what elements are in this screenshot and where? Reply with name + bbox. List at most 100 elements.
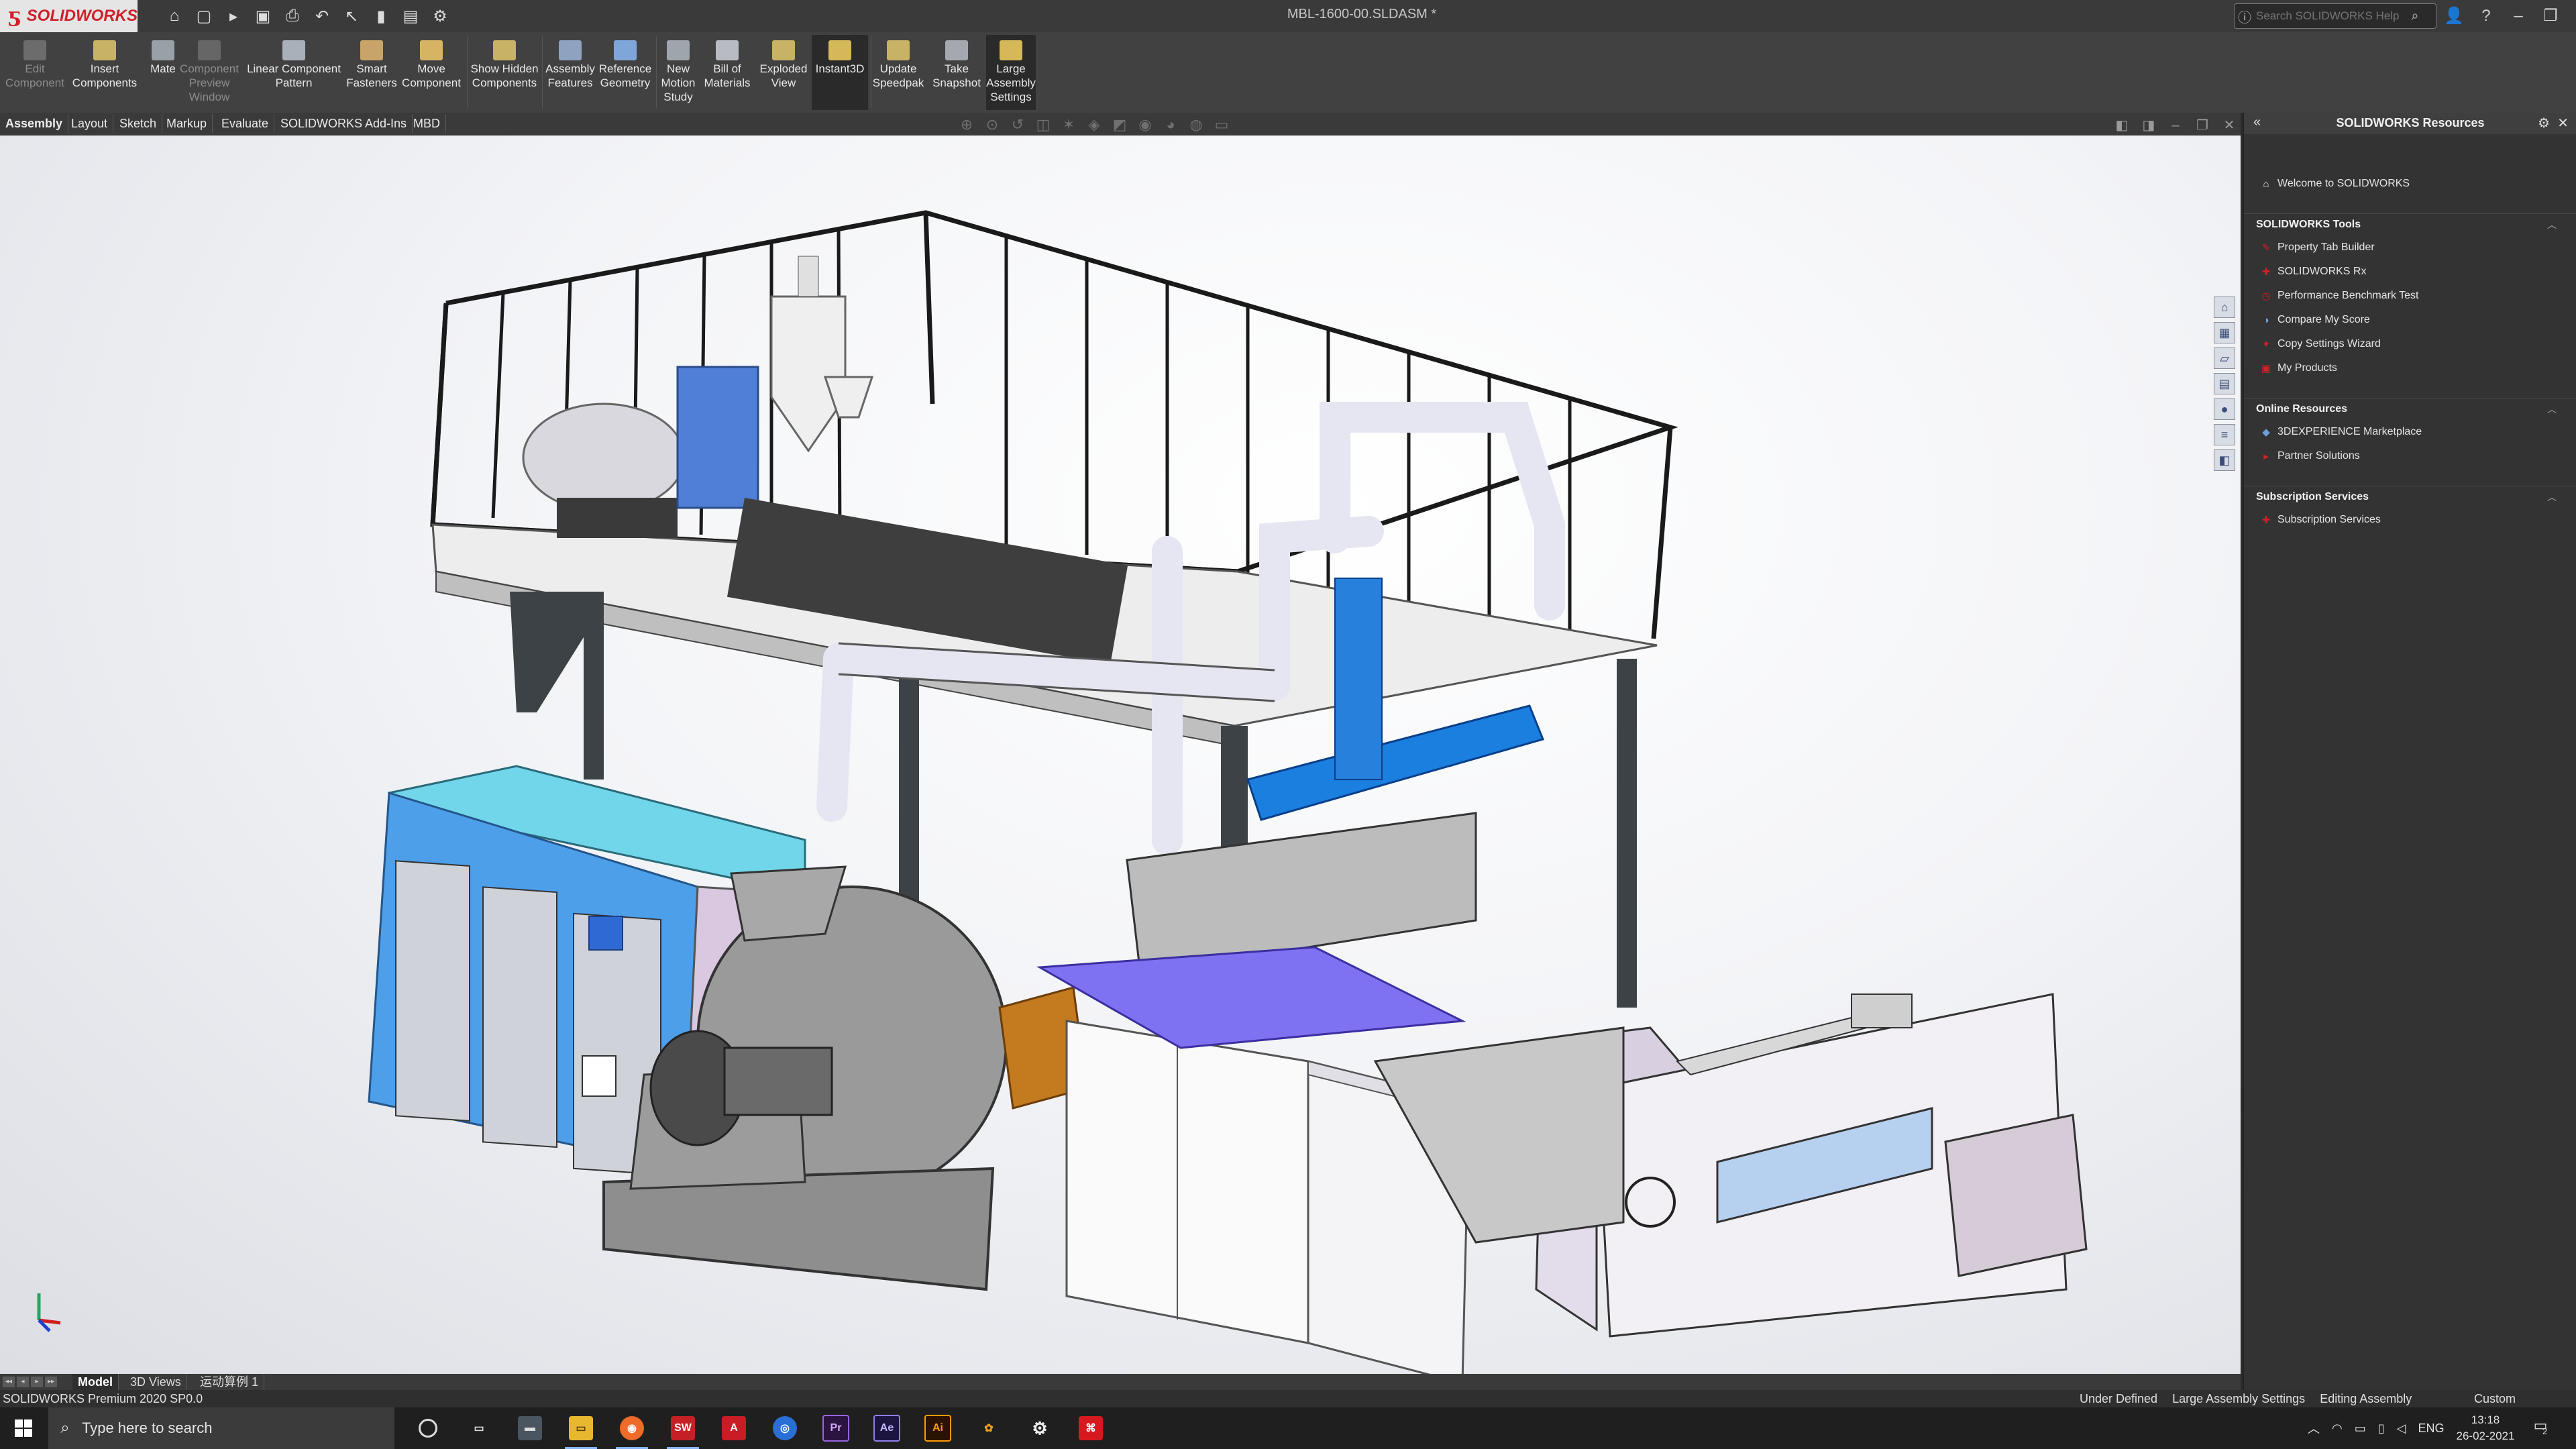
first-tab-icon[interactable]: ◂◂ <box>3 1377 15 1387</box>
bill-of-materials-button[interactable]: Bill of Materials <box>699 35 755 110</box>
undo-icon[interactable]: ↶ <box>309 4 335 28</box>
tab-sketch[interactable]: Sketch <box>114 114 163 133</box>
section-view-icon[interactable]: ◫ <box>1032 115 1054 134</box>
tab-assembly[interactable]: Assembly <box>0 114 69 133</box>
zoom-area-icon[interactable]: ⊙ <box>981 115 1003 134</box>
link-property-tab-builder[interactable]: ✎ Property Tab Builder <box>2244 235 2576 260</box>
cortana-button[interactable] <box>402 1407 453 1449</box>
select-icon[interactable]: ↖ <box>338 4 365 28</box>
assembly-features-button[interactable]: Assembly Features <box>543 35 597 110</box>
large-assembly-status[interactable]: Large Assembly Settings <box>2172 1390 2305 1407</box>
unit-system[interactable]: Custom <box>2474 1390 2516 1407</box>
insert-components-button[interactable]: Insert Components <box>70 35 140 110</box>
app-generic[interactable]: ▬ <box>504 1407 555 1449</box>
app-browser[interactable]: ◎ <box>759 1407 810 1449</box>
view-palette-icon[interactable]: ▤ <box>2214 373 2235 394</box>
tab-model[interactable]: Model <box>72 1374 119 1390</box>
design-library-icon[interactable]: ▦ <box>2214 322 2235 343</box>
take-snapshot-button[interactable]: Take Snapshot <box>927 35 986 110</box>
link-performance-benchmark[interactable]: ◷ Performance Benchmark Test <box>2244 284 2576 308</box>
view-orientation-icon[interactable]: ◈ <box>1083 115 1105 134</box>
tab-motion-study[interactable]: 运动算例 1 <box>195 1374 265 1390</box>
tab-3d-views[interactable]: 3D Views <box>125 1374 187 1390</box>
help-question-icon[interactable]: ? <box>2474 4 2498 28</box>
tab-mbd[interactable]: MBD <box>408 114 446 133</box>
reference-geometry-button[interactable]: Reference Geometry <box>597 35 653 110</box>
graphics-area[interactable]: ⌂ ▦ ▱ ▤ ● ≡ ◧ <box>0 136 2241 1374</box>
vp-restore-icon[interactable]: ❐ <box>2194 117 2211 134</box>
help-search[interactable]: ⓘ ⌕ <box>2234 3 2436 29</box>
smart-fasteners-button[interactable]: Smart Fasteners <box>345 35 398 110</box>
rebuild-icon[interactable]: ▮ <box>368 4 394 28</box>
previous-view-icon[interactable]: ↺ <box>1007 115 1028 134</box>
app-file-explorer[interactable]: ▭ <box>555 1407 606 1449</box>
wifi-icon[interactable]: ◠ <box>2332 1421 2343 1436</box>
search-icon[interactable]: ⌕ <box>2405 9 2425 24</box>
resources-home-icon[interactable]: ⌂ <box>2214 297 2235 318</box>
battery-icon[interactable]: ▯ <box>2378 1421 2385 1436</box>
instant3d-button[interactable]: Instant3D <box>812 35 868 110</box>
display-style-icon[interactable]: ◩ <box>1109 115 1130 134</box>
collapse-chevron-icon[interactable]: ︿ <box>2547 402 2557 416</box>
options-gear-icon[interactable]: ⚙ <box>2538 115 2550 131</box>
link-copy-settings-wizard[interactable]: ✦ Copy Settings Wizard <box>2244 332 2576 356</box>
home-icon[interactable]: ⌂ <box>161 4 188 28</box>
welcome-link[interactable]: ⌂ Welcome to SOLIDWORKS <box>2244 172 2576 196</box>
dynamic-annotation-icon[interactable]: ✶ <box>1058 115 1079 134</box>
last-tab-icon[interactable]: ▸▸ <box>45 1377 57 1387</box>
minimize-icon[interactable]: – <box>2506 4 2530 28</box>
hide-show-items-icon[interactable]: ◉ <box>1134 115 1156 134</box>
app-illustrator[interactable]: Ai <box>912 1407 963 1449</box>
section-subscription-services[interactable]: Subscription Services ︿ <box>2244 486 2576 508</box>
component-preview-window-button[interactable]: Component Preview Window <box>174 35 244 110</box>
tab-markup[interactable]: Markup <box>161 114 213 133</box>
pin-icon[interactable]: ✕ <box>2557 115 2569 131</box>
exploded-view-button[interactable]: Exploded View <box>755 35 812 110</box>
app-after-effects[interactable]: Ae <box>861 1407 912 1449</box>
zoom-to-fit-icon[interactable]: ⊕ <box>956 115 977 134</box>
tab-layout[interactable]: Layout <box>66 114 114 133</box>
edit-appearance-icon[interactable]: ◕ <box>1160 115 1181 134</box>
split-view-icon[interactable]: ◧ <box>2113 117 2131 134</box>
large-assembly-settings-button[interactable]: Large Assembly Settings <box>986 35 1036 110</box>
link-3dexperience-marketplace[interactable]: ◆ 3DEXPERIENCE Marketplace <box>2244 420 2576 444</box>
close-icon[interactable]: ✕ <box>2571 4 2576 28</box>
show-hidden-components-button[interactable]: Show Hidden Components <box>470 35 539 110</box>
collapse-chevron-icon[interactable]: ︿ <box>2547 218 2557 231</box>
open-icon[interactable]: ▸ <box>220 4 247 28</box>
user-icon[interactable]: 👤 <box>2442 4 2466 28</box>
collapse-chevron-icon[interactable]: ︿ <box>2547 490 2557 504</box>
clock[interactable]: 13:18 26-02-2021 <box>2457 1412 2515 1444</box>
save-icon[interactable]: ▣ <box>250 4 276 28</box>
language-indicator[interactable]: ENG <box>2418 1421 2444 1436</box>
move-component-button[interactable]: Move Component <box>400 35 463 110</box>
section-online-resources[interactable]: Online Resources ︿ <box>2244 398 2576 420</box>
file-properties-icon[interactable]: ▤ <box>397 4 424 28</box>
tile-view-icon[interactable]: ◨ <box>2140 117 2157 134</box>
notification-center[interactable]: ▭ 2 <box>2529 1417 2552 1440</box>
link-partner-solutions[interactable]: ▸ Partner Solutions <box>2244 444 2576 468</box>
app-settings[interactable]: ⚙ <box>1014 1407 1065 1449</box>
app-premiere[interactable]: Pr <box>810 1407 861 1449</box>
app-firefox[interactable]: ◉ <box>606 1407 657 1449</box>
appearances-icon[interactable]: ● <box>2214 398 2235 420</box>
link-solidworks-rx[interactable]: ✚ SOLIDWORKS Rx <box>2244 260 2576 284</box>
next-tab-icon[interactable]: ▸ <box>31 1377 43 1387</box>
tab-evaluate[interactable]: Evaluate <box>216 114 275 133</box>
app-paint[interactable]: ✿ <box>963 1407 1014 1449</box>
app-acrobat[interactable]: ⌘ <box>1065 1407 1116 1449</box>
task-view-button[interactable]: ▭ <box>453 1407 504 1449</box>
options-gear-icon[interactable]: ⚙ <box>427 4 453 28</box>
linear-component-pattern-button[interactable]: Linear Component Pattern <box>244 35 343 110</box>
section-solidworks-tools[interactable]: SOLIDWORKS Tools ︿ <box>2244 213 2576 235</box>
link-subscription-services[interactable]: ✚ Subscription Services <box>2244 508 2576 532</box>
assembly-model[interactable] <box>0 136 2241 1374</box>
update-speedpak-button[interactable]: Update Speedpak <box>872 35 924 110</box>
network-icon[interactable]: ▭ <box>2355 1421 2366 1436</box>
vp-minimize-icon[interactable]: – <box>2167 117 2184 134</box>
vp-close-icon[interactable]: ✕ <box>2220 117 2238 134</box>
tray-overflow-icon[interactable]: ︿ <box>2308 1419 2320 1437</box>
link-compare-my-score[interactable]: ◑ Compare My Score <box>2244 308 2576 332</box>
help-search-input[interactable] <box>2255 9 2405 23</box>
prev-tab-icon[interactable]: ◂ <box>17 1377 29 1387</box>
